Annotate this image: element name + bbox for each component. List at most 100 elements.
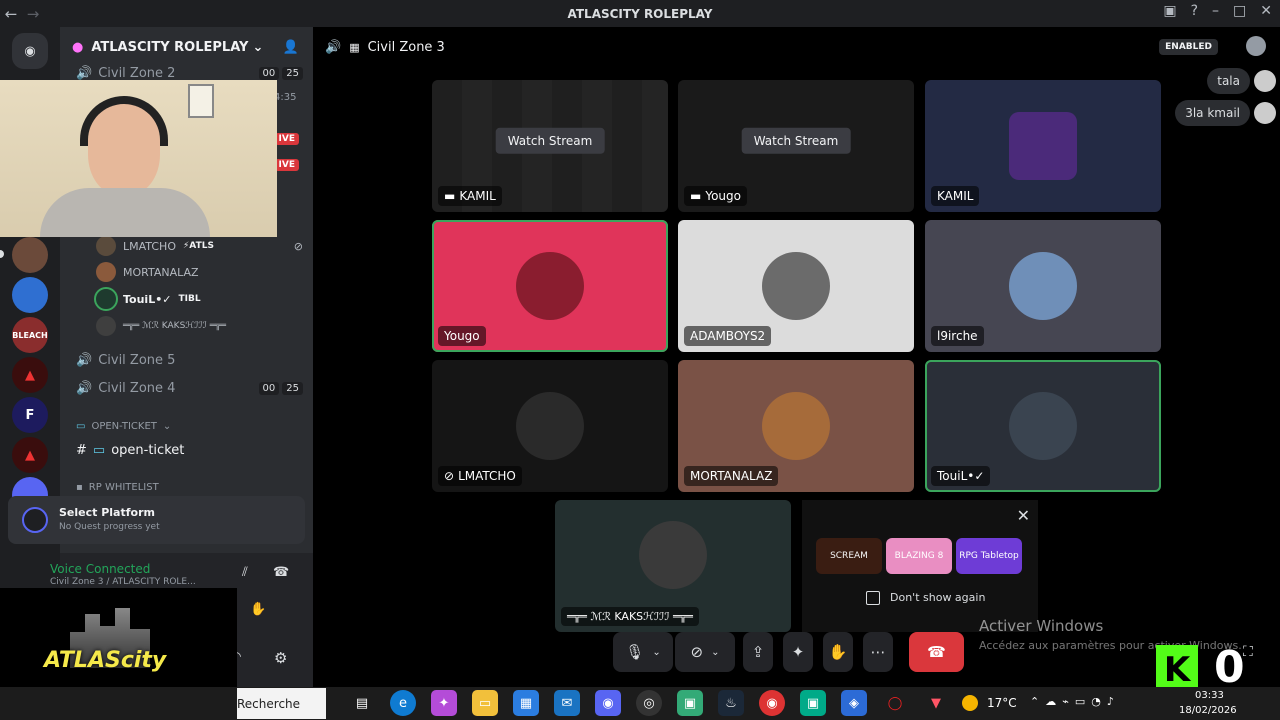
headset-icon (80, 96, 168, 146)
discord-home-icon[interactable]: ◉ (12, 33, 48, 69)
user-tag: ⚡ATLS (182, 241, 214, 251)
featured-tile[interactable]: ═╦═ ℳℛ KAKSℋℐℐℐ ═╦═ (555, 500, 791, 632)
minimize-icon[interactable]: – (1212, 3, 1219, 19)
opera-icon[interactable]: ◯ (882, 690, 908, 716)
avatar (762, 392, 830, 460)
activities-icon: ✦ (791, 643, 805, 661)
server-icon[interactable] (12, 277, 48, 313)
user-tile[interactable]: Yougo (432, 220, 668, 352)
app-icon[interactable]: ▣ (800, 690, 826, 716)
close-icon[interactable]: ✕ (1260, 3, 1272, 19)
activities-button[interactable]: ✦ (783, 632, 813, 672)
copilot-icon[interactable]: ✦ (431, 690, 457, 716)
disconnect-icon[interactable]: ☎ (273, 565, 289, 580)
settings-icon[interactable]: ⚙ (274, 649, 287, 667)
user-tile[interactable]: KAMIL (925, 80, 1161, 212)
mic-button[interactable]: 🎙 ⌄ (613, 632, 673, 672)
stream-tile[interactable]: Watch Stream ▬ KAMIL (432, 80, 668, 212)
activity-card[interactable]: SCREAM (816, 538, 882, 574)
tray-icons[interactable]: ⌃☁⌁▭◔♪ (1030, 695, 1120, 708)
watch-stream-button[interactable]: Watch Stream (495, 127, 605, 154)
avatar (96, 236, 116, 256)
user-tile[interactable]: MORTANALAZ (678, 360, 914, 492)
search-box[interactable]: Recherche (237, 688, 326, 719)
screen-share-button[interactable]: ⇪ (743, 632, 773, 672)
mail-icon[interactable]: ✉ (554, 690, 580, 716)
more-button[interactable]: ⋯ (863, 632, 893, 672)
activity-card[interactable]: BLAZING 8 (886, 538, 952, 574)
server-icon[interactable] (12, 237, 48, 273)
chevron-down-icon: ⌄ (162, 420, 172, 432)
soundboard-button[interactable]: ✋ (823, 632, 853, 672)
voice-channel[interactable]: 🔊 Civil Zone 4 00 25 (76, 376, 303, 400)
add-member-icon[interactable]: 👤 (283, 40, 299, 55)
hoodie (40, 188, 210, 237)
discord-icon[interactable]: ◉ (595, 690, 621, 716)
username: TouiL•✓ (123, 292, 172, 306)
server-icon[interactable]: F (12, 397, 48, 433)
chevron-down-icon: ⌄ (252, 39, 264, 55)
user-name: MORTANALAZ (690, 469, 773, 483)
maximize-icon[interactable]: □ (1233, 3, 1246, 19)
quest-subtitle: No Quest progress yet (59, 522, 160, 532)
leave-call-button[interactable]: ☎ (909, 632, 964, 672)
channel-name: open-ticket (111, 442, 185, 458)
chat-message: 3la kmail (1175, 100, 1250, 126)
camera-button[interactable]: ⊘ ⌄ (675, 632, 735, 672)
title-bar: ← → ATLASCITY ROLEPLAY ▣ ? – □ ✕ (0, 0, 1280, 27)
activity-name: SCREAM (830, 551, 868, 561)
chrome-icon[interactable]: ◉ (759, 690, 785, 716)
voice-user[interactable]: LMATCHO ⚡ATLS ⊘ (96, 234, 303, 258)
voice-user[interactable]: MORTANALAZ (96, 260, 303, 284)
text-channel[interactable]: # ▭ open-ticket (76, 438, 303, 462)
tile-name: ▬ KAMIL (438, 186, 502, 206)
task-view-icon[interactable]: ▤ (349, 690, 375, 716)
brave-icon[interactable]: ▼ (923, 690, 949, 716)
username: MORTANALAZ (123, 265, 199, 279)
server-icon[interactable]: BLEACH (12, 317, 48, 353)
quest-card[interactable]: Select Platform No Quest progress yet (8, 496, 305, 544)
edge-icon[interactable]: e (390, 690, 416, 716)
user-tile[interactable]: ADAMBOYS2 (678, 220, 914, 352)
app-icon[interactable]: ▣ (677, 690, 703, 716)
server-icon[interactable]: ▲ (12, 437, 48, 473)
call-header: 🔊 ▦ Civil Zone 3 ENABLED (313, 27, 1280, 67)
ticket-icon: ▭ (92, 442, 106, 458)
voice-channel[interactable]: 🔊 Civil Zone 5 (76, 348, 303, 372)
mic-muted-icon: ⊘ (293, 239, 303, 253)
weather-temp[interactable]: 17°C (987, 696, 1017, 710)
help-icon[interactable]: ? (1191, 3, 1198, 19)
enabled-badge[interactable]: ENABLED (1159, 39, 1218, 55)
app-icon[interactable]: ◈ (841, 690, 867, 716)
quest-icon (22, 507, 48, 533)
more-icon: ⋯ (870, 643, 886, 661)
category-header[interactable]: ▭ OPEN-TICKET ⌄ (76, 414, 303, 438)
watch-stream-button[interactable]: Watch Stream (741, 127, 851, 154)
stream-tile[interactable]: Watch Stream ▬ Yougo (678, 80, 914, 212)
server-icon[interactable]: ▲ (12, 357, 48, 393)
activity-icon[interactable] (1246, 36, 1266, 56)
voice-user[interactable]: ═╦═ ℳℛ KAKSℋℐℐℐ ═╦═ (96, 314, 303, 338)
user-tile[interactable]: TouiL•✓ (925, 360, 1161, 492)
tile-name: Yougo (438, 326, 486, 346)
clock-time[interactable]: 03:33 (1195, 690, 1224, 701)
dont-show-checkbox[interactable] (866, 591, 880, 605)
soundboard-icon[interactable]: ✋ (250, 602, 266, 617)
inbox-icon[interactable]: ▣ (1163, 3, 1176, 19)
live-badge: IVE (274, 133, 299, 145)
voice-user[interactable]: TouiL•✓ TIBL (94, 287, 303, 311)
obs-icon[interactable]: ◎ (636, 690, 662, 716)
user-tile[interactable]: l9irche (925, 220, 1161, 352)
window-title: ATLASCITY ROLEPLAY (567, 6, 713, 21)
clock-date[interactable]: 18/02/2026 (1179, 705, 1237, 716)
user-tile[interactable]: ⊘ LMATCHO (432, 360, 668, 492)
steam-icon[interactable]: ♨ (718, 690, 744, 716)
user-name: Yougo (444, 329, 480, 343)
store-icon[interactable]: ▦ (513, 690, 539, 716)
channel-name: Civil Zone 5 (98, 352, 176, 368)
activity-card[interactable]: RPG Tabletop (956, 538, 1022, 574)
noise-suppression-icon[interactable]: ⫽ (242, 565, 248, 580)
user-name: KAMIL (459, 189, 496, 203)
explorer-icon[interactable]: ▭ (472, 690, 498, 716)
close-icon[interactable]: ✕ (1017, 506, 1030, 525)
